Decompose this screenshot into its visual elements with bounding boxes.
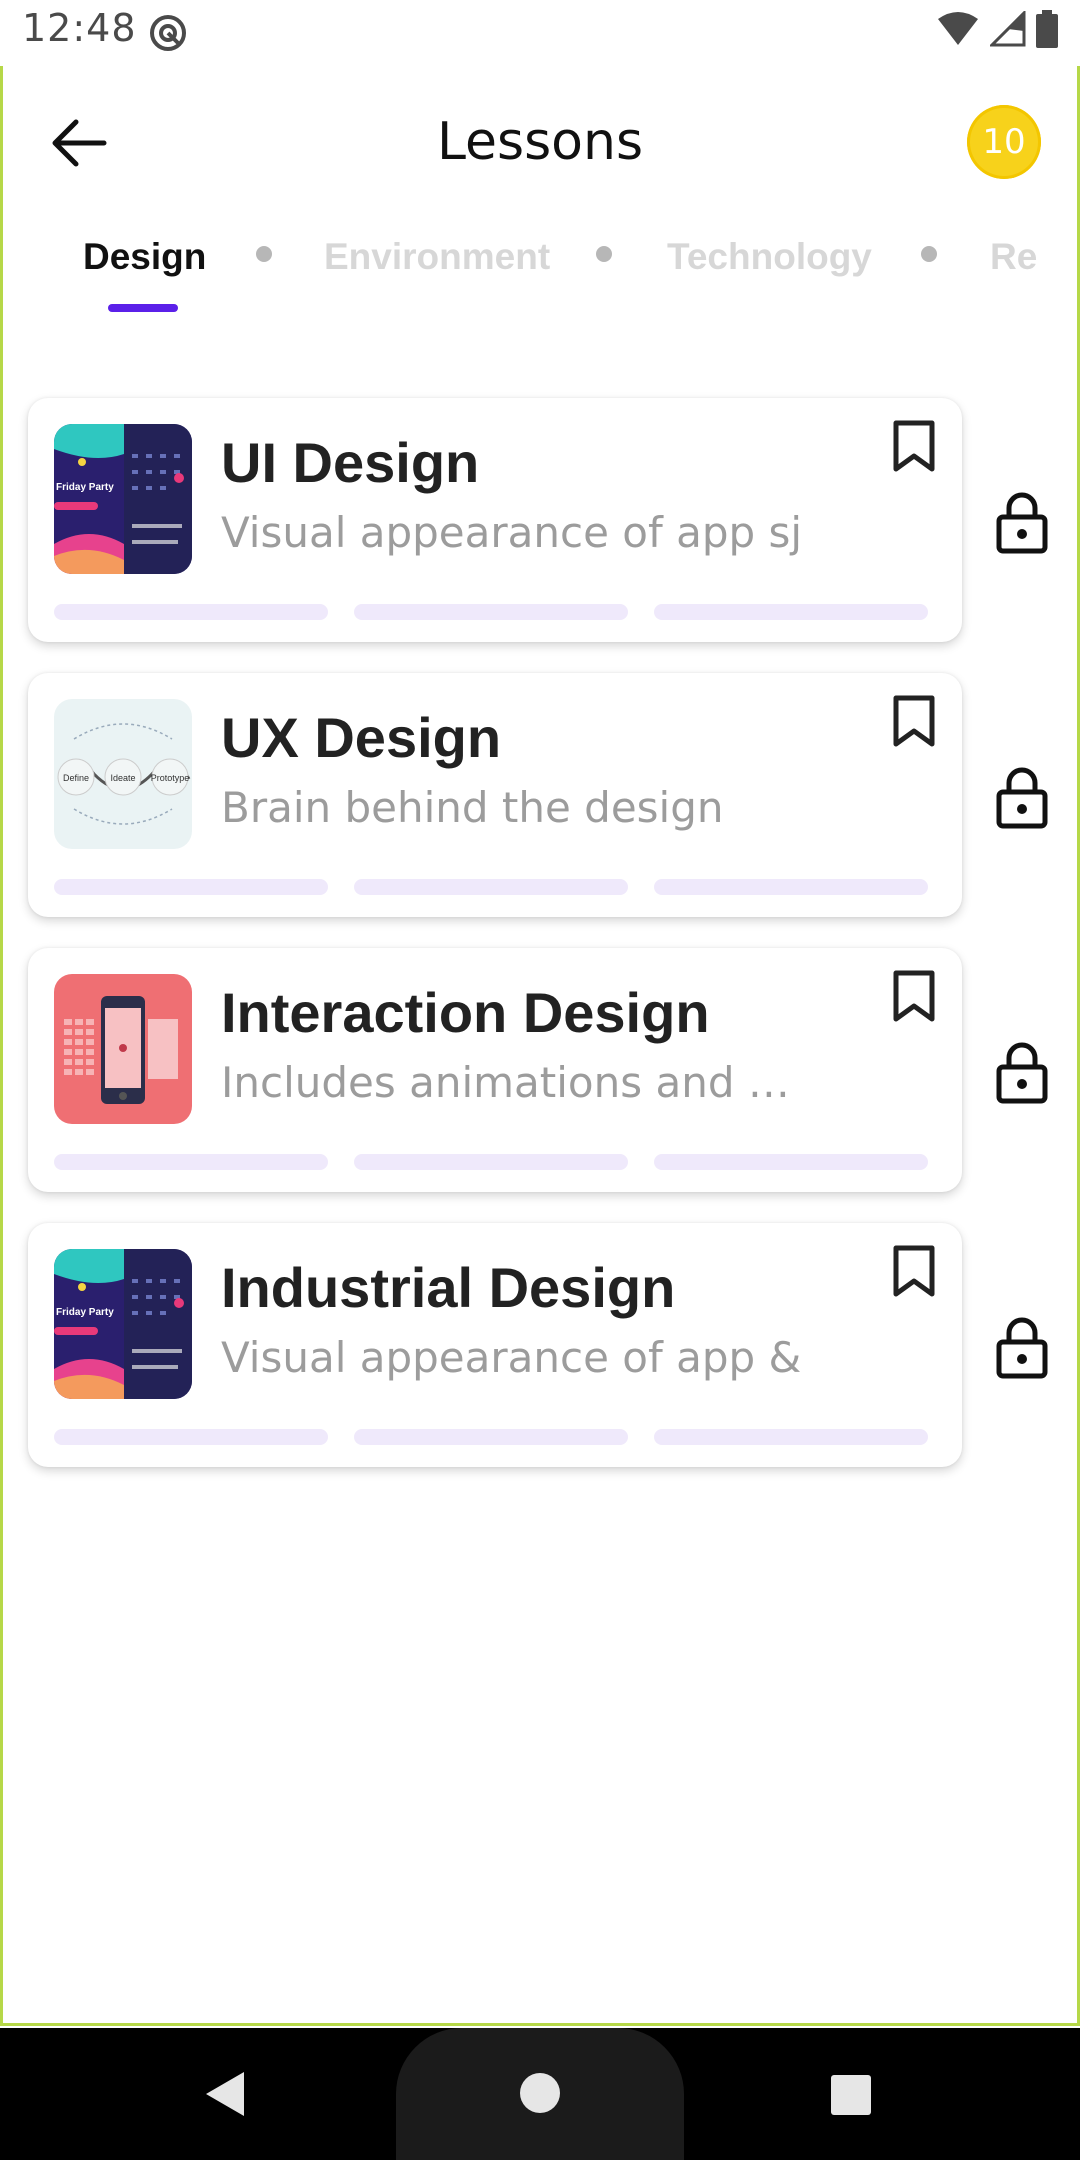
lesson-subtitle: Visual appearance of app & … bbox=[221, 1333, 801, 1382]
lesson-subtitle: Visual appearance of app sjd bbox=[221, 508, 801, 557]
progress-segment bbox=[54, 1429, 328, 1445]
progress-segment bbox=[654, 1154, 928, 1170]
tab-separator-dot bbox=[596, 246, 612, 262]
tab-separator-dot bbox=[256, 246, 272, 262]
coin-badge[interactable]: 10 bbox=[967, 105, 1041, 179]
bookmark-icon[interactable] bbox=[892, 695, 936, 747]
lock-icon bbox=[996, 1317, 1048, 1379]
lock-icon bbox=[996, 492, 1048, 554]
lock-icon bbox=[996, 767, 1048, 829]
system-nav-bar bbox=[0, 2028, 1080, 2160]
status-time: 12:48 bbox=[22, 6, 137, 50]
progress-segment bbox=[354, 604, 628, 620]
progress-segment bbox=[654, 604, 928, 620]
tab-separator-dot bbox=[921, 246, 937, 262]
lesson-title: UX Design bbox=[221, 706, 502, 769]
tab-environment[interactable]: Environment bbox=[324, 236, 550, 278]
lesson-progress bbox=[54, 604, 928, 622]
lesson-progress bbox=[54, 1154, 928, 1172]
active-tab-indicator bbox=[108, 304, 178, 312]
home-nav-icon[interactable] bbox=[519, 2072, 561, 2114]
lesson-progress bbox=[54, 1429, 928, 1447]
bookmark-icon[interactable] bbox=[892, 970, 936, 1022]
lock-icon bbox=[996, 1042, 1048, 1104]
wifi-icon bbox=[938, 12, 978, 45]
lesson-subtitle: Brain behind the design bbox=[221, 783, 724, 832]
battery-icon bbox=[1036, 10, 1058, 48]
lesson-card-interaction-design[interactable]: Interaction Design Includes animations a… bbox=[28, 948, 962, 1192]
page-title: Lessons bbox=[436, 112, 644, 172]
lesson-subtitle: Includes animations and … bbox=[221, 1058, 790, 1107]
party-app-thumbnail: Friday Party bbox=[54, 1249, 192, 1399]
lesson-title: UI Design bbox=[221, 431, 480, 494]
progress-segment bbox=[354, 1154, 628, 1170]
progress-segment bbox=[354, 879, 628, 895]
party-app-thumbnail: Friday Party bbox=[54, 424, 192, 574]
lesson-progress bbox=[54, 879, 928, 897]
bookmark-icon[interactable] bbox=[892, 1245, 936, 1297]
tab-re[interactable]: Re bbox=[990, 236, 1037, 278]
category-tabs: Design Environment Technology Re bbox=[0, 230, 1080, 330]
progress-segment bbox=[54, 1154, 328, 1170]
recents-nav-icon[interactable] bbox=[830, 2074, 872, 2116]
lesson-card-ui-design[interactable]: Friday Party UI Design Visual appearance… bbox=[28, 398, 962, 642]
lesson-card-ux-design[interactable]: Define Ideate Prototype UX Design Brain … bbox=[28, 673, 962, 917]
lesson-title: Interaction Design bbox=[221, 981, 710, 1044]
thumbnail-step: Define bbox=[63, 773, 89, 783]
tab-design[interactable]: Design bbox=[83, 236, 206, 278]
progress-segment bbox=[654, 879, 928, 895]
bookmark-icon[interactable] bbox=[892, 420, 936, 472]
phone-mockup-thumbnail bbox=[54, 974, 192, 1124]
thumbnail-step: Ideate bbox=[110, 773, 135, 783]
progress-segment bbox=[54, 879, 328, 895]
lesson-title: Industrial Design bbox=[221, 1256, 676, 1319]
signal-icon bbox=[990, 11, 1026, 47]
sync-icon bbox=[150, 15, 186, 51]
lesson-card-industrial-design[interactable]: Friday Party Industrial Design Visual ap… bbox=[28, 1223, 962, 1467]
thumbnail-caption: Friday Party bbox=[56, 482, 114, 493]
ux-process-thumbnail: Define Ideate Prototype bbox=[54, 699, 192, 849]
thumbnail-caption: Friday Party bbox=[56, 1307, 114, 1318]
thumbnail-step: Prototype bbox=[151, 773, 190, 783]
progress-segment bbox=[54, 604, 328, 620]
progress-segment bbox=[654, 1429, 928, 1445]
tab-technology[interactable]: Technology bbox=[667, 236, 872, 278]
status-bar: 12:48 bbox=[0, 0, 1080, 66]
back-nav-icon[interactable] bbox=[204, 2070, 246, 2118]
progress-segment bbox=[354, 1429, 628, 1445]
